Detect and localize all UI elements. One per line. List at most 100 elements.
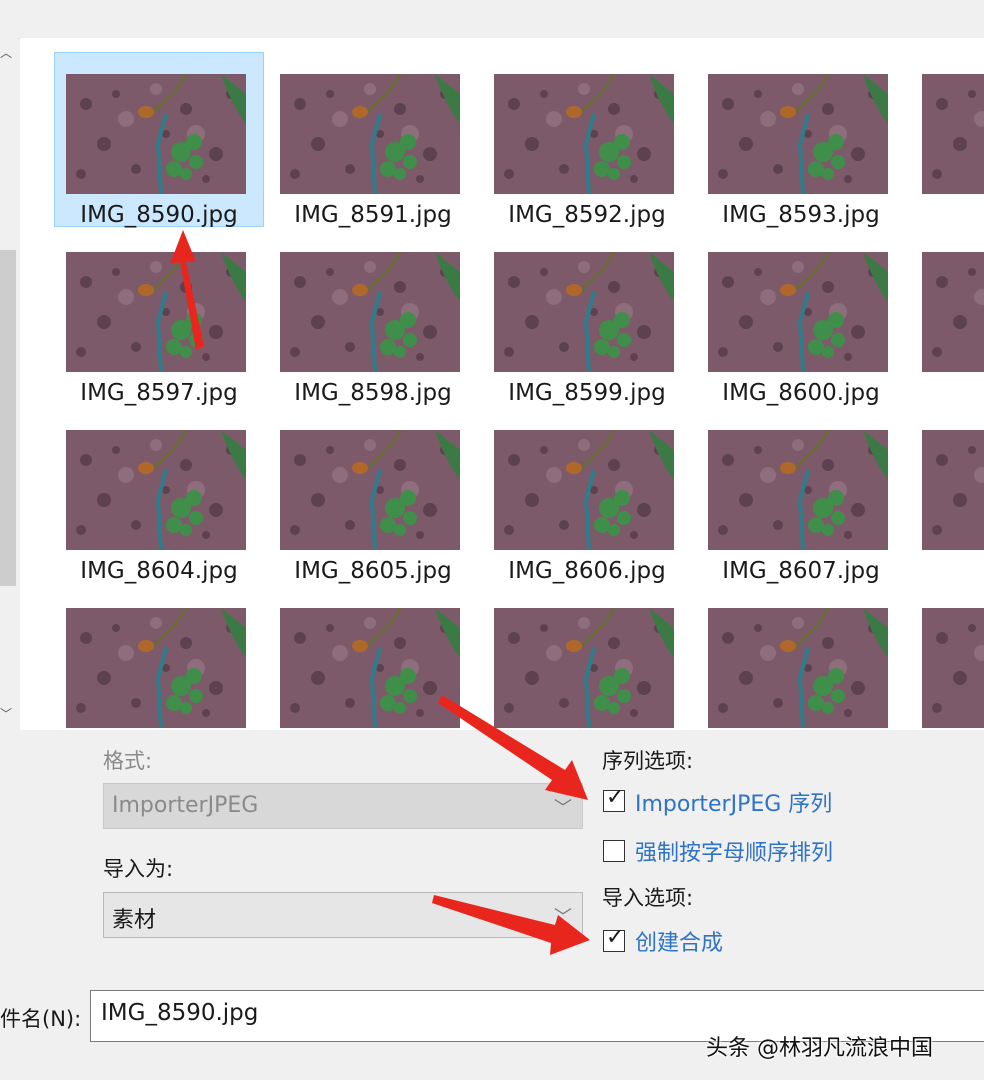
file-thumbnail-item[interactable]: IMG_8605.jpg <box>268 408 478 584</box>
file-name-label: IMG <box>910 380 984 406</box>
file-thumbnail <box>66 430 246 550</box>
file-thumbnail-item[interactable]: IMG_8599.jpg <box>482 230 692 406</box>
thumbnail-image <box>494 430 674 550</box>
scroll-up-icon[interactable]: ︿ <box>0 44 12 60</box>
thumbnail-image <box>922 608 984 728</box>
file-name-label: IMG_8592.jpg <box>508 202 666 228</box>
file-name-label: IMG_8605.jpg <box>294 558 452 584</box>
create-composition-checkbox[interactable]: ✓ <box>603 925 625 952</box>
file-name-label: IMG_8599.jpg <box>508 380 666 406</box>
file-thumbnail-item[interactable]: IMG_8606.jpg <box>482 408 692 584</box>
checkmark-icon: ✓ <box>606 925 625 950</box>
file-thumbnail-item[interactable]: IMG_8590.jpg <box>54 52 264 228</box>
file-thumbnail <box>922 252 984 372</box>
file-thumbnail-item[interactable]: IMG <box>910 230 984 406</box>
thumbnail-image <box>66 74 246 194</box>
file-thumbnail <box>494 74 674 194</box>
create-composition-label[interactable]: 创建合成 <box>635 925 723 957</box>
title-bar <box>0 0 984 39</box>
import-as-select-value: 素材 <box>112 908 157 933</box>
file-name-label: IMG_8593.jpg <box>722 202 880 228</box>
thumbnail-image <box>708 608 888 728</box>
file-thumbnail <box>66 608 246 728</box>
import-as-select[interactable]: 素材 ﹀ <box>103 892 583 938</box>
thumbnail-image <box>708 430 888 550</box>
checkmark-icon: ✓ <box>606 785 625 810</box>
file-thumbnail <box>708 74 888 194</box>
file-thumbnail-item[interactable] <box>696 586 906 730</box>
file-name-label: IMG_8606.jpg <box>508 558 666 584</box>
format-label: 格式: <box>103 749 153 773</box>
thumbnail-image <box>708 252 888 372</box>
thumbnail-image <box>66 430 246 550</box>
force-alphabetical-checkbox[interactable] <box>603 840 625 862</box>
file-thumbnail-item[interactable]: IMG_8597.jpg <box>54 230 264 406</box>
watermark-text: 头条 @林羽凡流浪中国 <box>706 1036 933 1061</box>
file-thumbnail-item[interactable]: IMG_8607.jpg <box>696 408 906 584</box>
chevron-down-icon: ﹀ <box>554 907 572 928</box>
thumbnail-image <box>280 430 460 550</box>
file-thumbnail <box>66 252 246 372</box>
thumbnail-image <box>280 608 460 728</box>
file-name-label: IMG_8600.jpg <box>722 380 880 406</box>
file-name-label: IMG_8604.jpg <box>80 558 238 584</box>
format-select: ImporterJPEG ﹀ <box>103 783 583 829</box>
import-as-label: 导入为: <box>103 857 174 881</box>
file-thumbnail <box>494 252 674 372</box>
thumbnail-image <box>66 608 246 728</box>
file-thumbnail <box>494 430 674 550</box>
file-thumbnail-item[interactable] <box>482 586 692 730</box>
file-name-label: IMG_8607.jpg <box>722 558 880 584</box>
file-name-label: IMG <box>910 558 984 584</box>
force-alphabetical-label[interactable]: 强制按字母顺序排列 <box>635 835 833 867</box>
file-thumbnail-item[interactable]: IMG_8592.jpg <box>482 52 692 228</box>
thumbnail-image <box>494 252 674 372</box>
importer-sequence-checkbox[interactable]: ✓ <box>603 785 625 812</box>
thumbnail-image <box>922 252 984 372</box>
file-thumbnail <box>708 608 888 728</box>
thumbnail-image <box>280 252 460 372</box>
filename-input[interactable] <box>99 999 963 1027</box>
file-thumbnail-item[interactable]: IMG_8604.jpg <box>54 408 264 584</box>
importer-sequence-label[interactable]: ImporterJPEG 序列 <box>635 786 832 818</box>
file-thumbnail <box>280 252 460 372</box>
scroll-down-icon[interactable]: ﹀ <box>0 705 12 721</box>
file-thumbnail <box>922 608 984 728</box>
file-thumbnail <box>708 430 888 550</box>
file-thumbnail <box>280 74 460 194</box>
file-name-label: IMG_8597.jpg <box>80 380 238 406</box>
file-thumbnail <box>494 608 674 728</box>
import-options-label: 导入选项: <box>602 886 694 910</box>
thumbnail-image <box>280 74 460 194</box>
file-thumbnail <box>280 608 460 728</box>
file-thumbnail <box>922 430 984 550</box>
file-thumbnail <box>66 74 246 194</box>
file-thumbnail-item[interactable] <box>910 586 984 730</box>
file-name-label: IMG_8590.jpg <box>80 202 238 228</box>
filename-label: 件名(N): <box>0 1007 82 1031</box>
file-thumbnail <box>922 74 984 194</box>
file-thumbnail <box>708 252 888 372</box>
thumbnail-image <box>66 252 246 372</box>
file-thumbnail-item[interactable]: IMG_8600.jpg <box>696 230 906 406</box>
format-select-value: ImporterJPEG <box>112 793 259 818</box>
file-name-label: IMG_8591.jpg <box>294 202 452 228</box>
sequence-options-label: 序列选项: <box>602 749 694 773</box>
file-name-label: IMG_8598.jpg <box>294 380 452 406</box>
file-thumbnail-item[interactable]: IMG_8593.jpg <box>696 52 906 228</box>
file-thumbnail-item[interactable]: IMG_8591.jpg <box>268 52 478 228</box>
file-thumbnail-item[interactable]: IMG_8598.jpg <box>268 230 478 406</box>
thumbnail-image <box>922 430 984 550</box>
thumbnail-image <box>494 608 674 728</box>
file-thumbnail-grid: IMG_8590.jpg IMG_8591.jpg IMG_8592.jpg I… <box>20 38 984 730</box>
chevron-down-icon: ﹀ <box>554 798 572 819</box>
scrollbar-thumb[interactable] <box>0 250 16 586</box>
thumbnail-image <box>922 74 984 194</box>
file-thumbnail-item[interactable] <box>268 586 478 730</box>
file-thumbnail-item[interactable]: IMG <box>910 408 984 584</box>
file-thumbnail <box>280 430 460 550</box>
file-name-label: IMG_ <box>910 202 984 228</box>
file-thumbnail-item[interactable]: IMG_ <box>910 52 984 228</box>
thumbnail-image <box>494 74 674 194</box>
file-thumbnail-item[interactable] <box>54 586 264 730</box>
